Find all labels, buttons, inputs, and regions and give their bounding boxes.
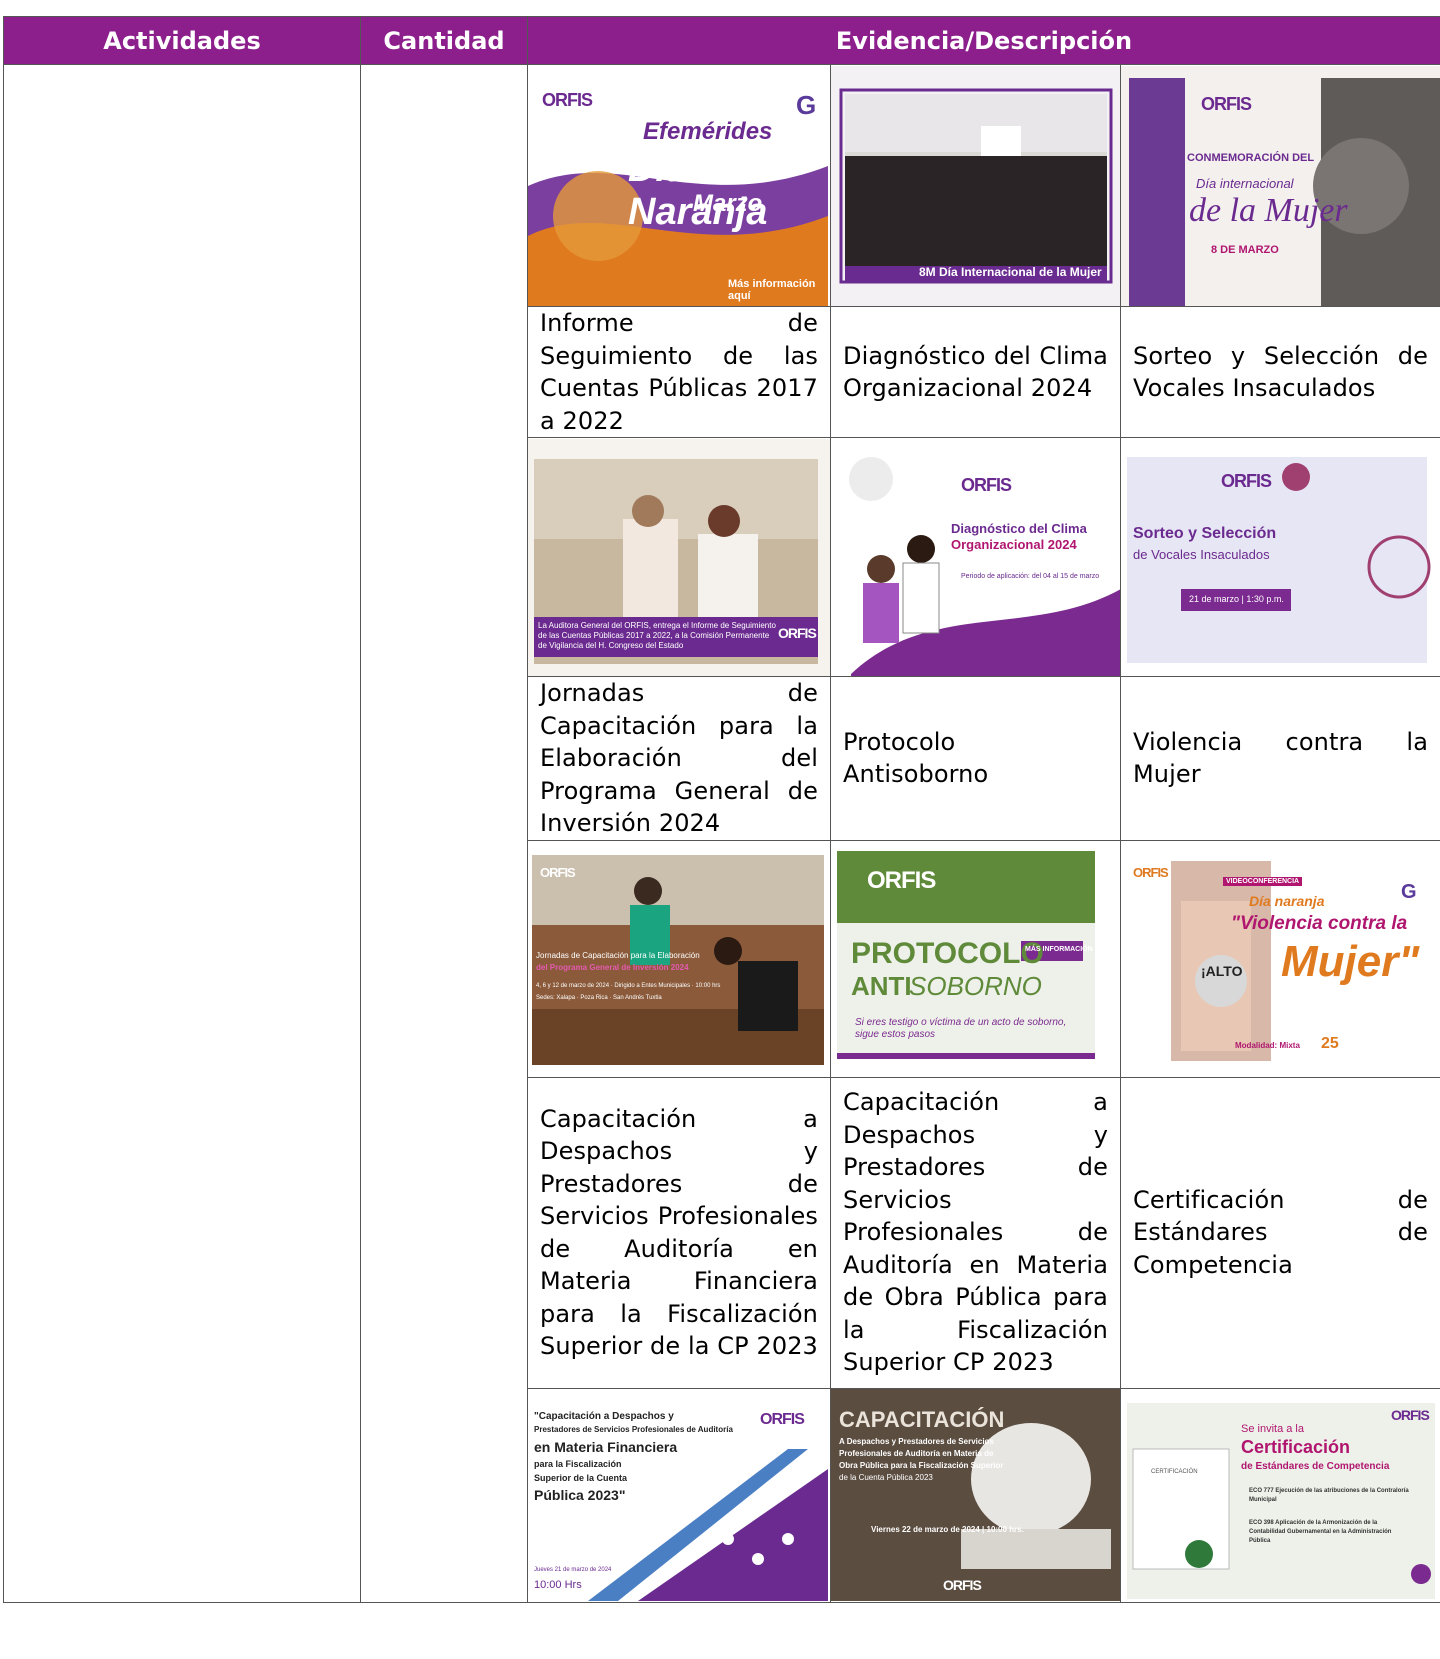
poster-text: Superior de la Cuenta xyxy=(534,1473,628,1483)
poster-text: SOBORNO xyxy=(909,971,1042,1001)
orfis-logo: ORFIS xyxy=(540,865,576,880)
poster-text: de Estándares de Competencia xyxy=(1241,1461,1390,1472)
orfis-logo: ORFIS xyxy=(867,867,936,894)
caption-protocolo-antisoborno: Protocolo Antisoborno xyxy=(830,676,1121,841)
poster-text: PROTOCOLO xyxy=(851,937,1044,970)
poster-text: 25 xyxy=(1321,1035,1339,1052)
evidence-image-jornadas: ORFIS Jornadas de Capacitación para la E… xyxy=(527,839,831,1078)
poster-text: Marzo xyxy=(693,189,763,217)
evidence-image-dia-naranja: ORFIS Efemérides Día Naranja Marzo Más i… xyxy=(527,64,831,307)
poster-text: 4, 6 y 12 de marzo de 2024 · Dirigido a … xyxy=(536,983,721,989)
caption-informe-seguimiento: Informe de Seguimiento de las Cuentas Pú… xyxy=(527,306,831,438)
poster-text: Sorteo y Selección xyxy=(1133,524,1277,542)
poster-text: Mujer" xyxy=(1281,937,1420,986)
caption-capacitacion-obra-publica: Capacitación a Despachos y Prestadores d… xyxy=(830,1076,1121,1389)
poster-text: de la Cuenta Pública 2023 xyxy=(839,1473,933,1482)
poster-text: Día internacional xyxy=(1196,175,1294,191)
poster-text: "Violencia contra la xyxy=(1231,913,1408,934)
evidence-image-capacitacion-obra: CAPACITACIÓN A Despachos y Prestadores d… xyxy=(830,1387,1121,1603)
poster-text: ECO 398 Aplicación de la Armonización de… xyxy=(1249,1520,1392,1544)
header-actividades: Actividades xyxy=(3,16,361,65)
header-evidencia: Evidencia/Descripción xyxy=(526,16,1440,65)
poster-text: Día naranja xyxy=(1249,893,1325,909)
poster-text: Periodo de aplicación: del 04 al 15 de m… xyxy=(961,572,1100,580)
poster-text: ¡ALTO xyxy=(1201,963,1243,979)
evidence-image-certificacion: ORFIS Se invita a la Certificación de Es… xyxy=(1119,1387,1440,1603)
image-row: ORFIS Efemérides Día Naranja Marzo Más i… xyxy=(3,64,1440,1603)
poster-text: Más información aquí xyxy=(728,277,816,302)
poster-text: 8 DE MARZO xyxy=(1211,243,1279,256)
poster-text: Profesionales de Auditoría en Materia de xyxy=(839,1449,994,1458)
orfis-logo: ORFIS xyxy=(961,474,1012,495)
poster-text: CERTIFICACIÓN xyxy=(1151,1469,1198,1475)
caption-jornadas-capacitacion: Jornadas de Capacitación para la Elabora… xyxy=(527,676,831,841)
poster-text: Viernes 22 de marzo de 2024 | 10:00 hrs. xyxy=(871,1525,1024,1534)
poster-text: La Auditora General del ORFIS, entrega e… xyxy=(538,620,776,650)
orfis-logo: ORFIS xyxy=(1201,93,1252,114)
gender-unit-logo: G xyxy=(796,89,817,120)
evidence-image-capacitacion-financiera: ORFIS "Capacitación a Despachos y Presta… xyxy=(527,1387,831,1603)
poster-text: VIDEOCONFERENCIA xyxy=(1223,877,1303,886)
poster-text: ANTI xyxy=(851,971,912,1001)
evidence-image-protocolo: ORFIS PROTOCOLO ANTI SOBORNO MÁS INFORMA… xyxy=(830,839,1121,1078)
poster-text: de la Mujer xyxy=(1189,191,1348,229)
evidence-image-sorteo: ORFIS Sorteo y Selección de Vocales Insa… xyxy=(1119,437,1440,677)
caption-violencia-mujer: Violencia contra la Mujer xyxy=(1119,676,1440,841)
gender-unit-logo: G xyxy=(1401,881,1417,903)
caption-diagnostico-clima: Diagnóstico del Clima Organizacional 202… xyxy=(830,306,1121,438)
evidence-image-violencia: ORFIS VIDEOCONFERENCIA Día naranja "Viol… xyxy=(1119,839,1440,1078)
poster-text: de Vocales Insaculados xyxy=(1133,546,1270,562)
actividades-cell xyxy=(3,64,361,1603)
cantidad-cell xyxy=(360,64,528,1603)
orfis-logo: ORFIS xyxy=(1133,865,1169,880)
poster-text: Pública 2023" xyxy=(534,1487,626,1503)
orfis-logo: ORFIS xyxy=(1221,470,1272,491)
poster-text: Modalidad: Mixta xyxy=(1235,1041,1300,1050)
orfis-logo: ORFIS xyxy=(542,89,593,110)
poster-text: A Despachos y Prestadores de Servicios xyxy=(839,1437,994,1446)
evidence-image-dia-mujer: ORFIS CONMEMORACIÓN DEL Día internaciona… xyxy=(1119,64,1440,307)
poster-text: ECO 777 Ejecución de las atribuciones de… xyxy=(1249,1488,1409,1503)
poster-text: "Capacitación a Despachos y xyxy=(534,1411,674,1422)
poster-text: CAPACITACIÓN xyxy=(839,1407,1005,1432)
poster-text: Jornadas de Capacitación para la Elabora… xyxy=(536,951,700,960)
orfis-logo: ORFIS xyxy=(1391,1407,1430,1423)
poster-text: Efemérides xyxy=(643,117,773,145)
orfis-logo: ORFIS xyxy=(778,624,817,641)
poster-text: Jueves 21 de marzo de 2024 xyxy=(534,1567,612,1573)
evidence-image-8m-event: 8M Día Internacional de la Mujer xyxy=(830,64,1121,307)
poster-text: del Programa General de Inversión 2024 xyxy=(536,963,689,972)
poster-text: 10:00 Hrs xyxy=(534,1579,582,1591)
orfis-logo: ORFIS xyxy=(760,1411,805,1428)
poster-text: Organizacional 2024 xyxy=(951,536,1077,552)
caption-capacitacion-financiera: Capacitación a Despachos y Prestadores d… xyxy=(527,1076,831,1389)
activities-table: Actividades Cantidad Evidencia/Descripci… xyxy=(3,16,1440,1603)
poster-text: Se invita a la xyxy=(1241,1423,1304,1435)
page: Actividades Cantidad Evidencia/Descripci… xyxy=(0,0,1440,1659)
orfis-logo: ORFIS xyxy=(943,1577,982,1593)
header-row: Actividades Cantidad Evidencia/Descripci… xyxy=(3,16,1440,65)
poster-text: Certificación xyxy=(1241,1437,1351,1457)
caption-certificacion-estandares: Certificación de Estándares de Competenc… xyxy=(1119,1076,1440,1389)
poster-text: 8M Día Internacional de la Mujer xyxy=(919,264,1102,279)
poster-text: Si eres testigo o víctima de un acto de … xyxy=(855,1017,1067,1040)
poster-text: en Materia Financiera xyxy=(534,1439,678,1455)
poster-text: Prestadores de Servicios Profesionales d… xyxy=(534,1425,733,1434)
poster-text: para la Fiscalización xyxy=(534,1459,622,1469)
header-cantidad: Cantidad xyxy=(360,16,528,65)
caption-sorteo-vocales: Sorteo y Selección de Vocales Insaculado… xyxy=(1119,306,1440,438)
evidence-image-informe: La Auditora General del ORFIS, entrega e… xyxy=(527,437,831,677)
poster-text: MÁS INFORMACIÓN xyxy=(1025,946,1093,953)
poster-text: 21 de marzo | 1:30 p.m. xyxy=(1189,593,1284,604)
poster-text: CONMEMORACIÓN DEL xyxy=(1187,151,1315,164)
evidence-image-clima: ORFIS Diagnóstico del Clima Organizacion… xyxy=(830,437,1121,677)
poster-text: Sedes: Xalapa · Poza Rica · San Andrés T… xyxy=(536,995,662,1001)
poster-text: Obra Pública para la Fiscalización Super… xyxy=(839,1461,1004,1470)
poster-text: Diagnóstico del Clima xyxy=(951,520,1087,536)
